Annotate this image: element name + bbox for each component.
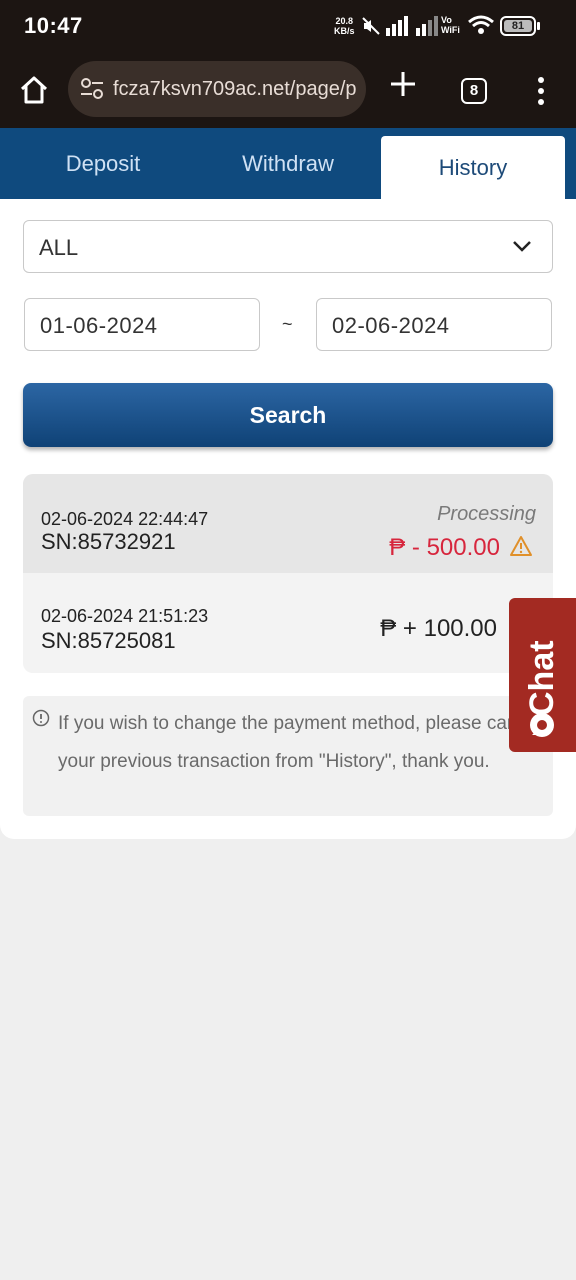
status-time: 10:47: [24, 13, 83, 38]
battery-level: 81: [504, 20, 532, 32]
notice-text: If you wish to change the payment method…: [58, 713, 542, 772]
vowifi-line-1: Vo: [441, 15, 452, 25]
transaction-list: 02-06-2024 22:44:47 SN:85732921 Processi…: [23, 474, 553, 673]
date-to-field[interactable]: 02-06-2024: [316, 298, 552, 351]
transaction-type-value: ALL: [39, 235, 79, 260]
chevron-down-icon: [513, 241, 531, 252]
mute-icon: [362, 17, 380, 35]
site-settings-icon[interactable]: [80, 78, 104, 100]
transaction-serial: SN:85725081: [41, 628, 176, 653]
vowifi-indicator: Vo WiFi: [441, 15, 460, 35]
chat-label: Chat: [523, 640, 561, 716]
signal-icon-2: [416, 16, 438, 36]
tab-withdraw[interactable]: Withdraw: [196, 128, 380, 199]
chat-bubble-icon: [530, 713, 554, 737]
signal-icon: [386, 16, 408, 36]
battery-icon: 81: [500, 16, 540, 36]
history-panel: ALL 01-06-2024 ~ 02-06-2024 Search 02-06…: [0, 199, 576, 839]
transaction-status: Processing: [437, 503, 536, 525]
date-from-value: 01-06-2024: [40, 313, 158, 338]
more-options-icon[interactable]: [536, 76, 546, 106]
transaction-amount: ₱ + 100.00: [380, 615, 497, 642]
transaction-datetime: 02-06-2024 21:51:23: [41, 606, 209, 626]
chat-button[interactable]: Chat: [509, 598, 576, 752]
date-to-value: 02-06-2024: [332, 313, 450, 338]
home-icon[interactable]: [18, 74, 50, 106]
transaction-datetime: 02-06-2024 22:44:47: [41, 509, 209, 529]
tab-withdraw-label: Withdraw: [242, 151, 334, 176]
transaction-tabs: Deposit Withdraw History: [0, 128, 576, 199]
status-bar: 10:47 20.8 KB/s Vo WiFi 81: [0, 0, 576, 54]
network-speed-unit: KB/s: [334, 26, 355, 36]
transaction-row[interactable]: 02-06-2024 22:44:47 SN:85732921 Processi…: [23, 474, 553, 573]
tab-deposit-label: Deposit: [65, 151, 141, 176]
payment-method-notice: If you wish to change the payment method…: [23, 696, 553, 816]
address-bar[interactable]: fcza7ksvn709ac.net/page/p: [68, 61, 366, 117]
wifi-icon: [468, 15, 494, 34]
browser-toolbar: fcza7ksvn709ac.net/page/p 8: [0, 54, 576, 128]
search-button[interactable]: Search: [23, 383, 553, 447]
transaction-type-select[interactable]: ALL: [23, 220, 553, 273]
new-tab-icon[interactable]: [390, 71, 416, 97]
vowifi-line-2: WiFi: [441, 25, 460, 35]
date-range-separator: ~: [282, 314, 293, 334]
transaction-row[interactable]: 02-06-2024 21:51:23 SN:85725081 ₱ + 100.…: [23, 584, 553, 673]
warning-icon: [510, 536, 532, 556]
transaction-amount: ₱ - 500.00: [389, 534, 500, 561]
tab-switcher-button[interactable]: 8: [461, 78, 487, 104]
network-speed-value: 20.8: [335, 16, 354, 26]
tab-deposit[interactable]: Deposit: [0, 128, 206, 199]
tab-history-label: History: [438, 155, 508, 180]
url-text[interactable]: fcza7ksvn709ac.net/page/p: [113, 78, 358, 101]
network-speed: 20.8 KB/s: [334, 16, 355, 36]
transaction-serial: SN:85732921: [41, 529, 176, 554]
date-from-field[interactable]: 01-06-2024: [24, 298, 260, 351]
tab-history[interactable]: History: [381, 136, 565, 199]
info-icon: [32, 709, 50, 727]
